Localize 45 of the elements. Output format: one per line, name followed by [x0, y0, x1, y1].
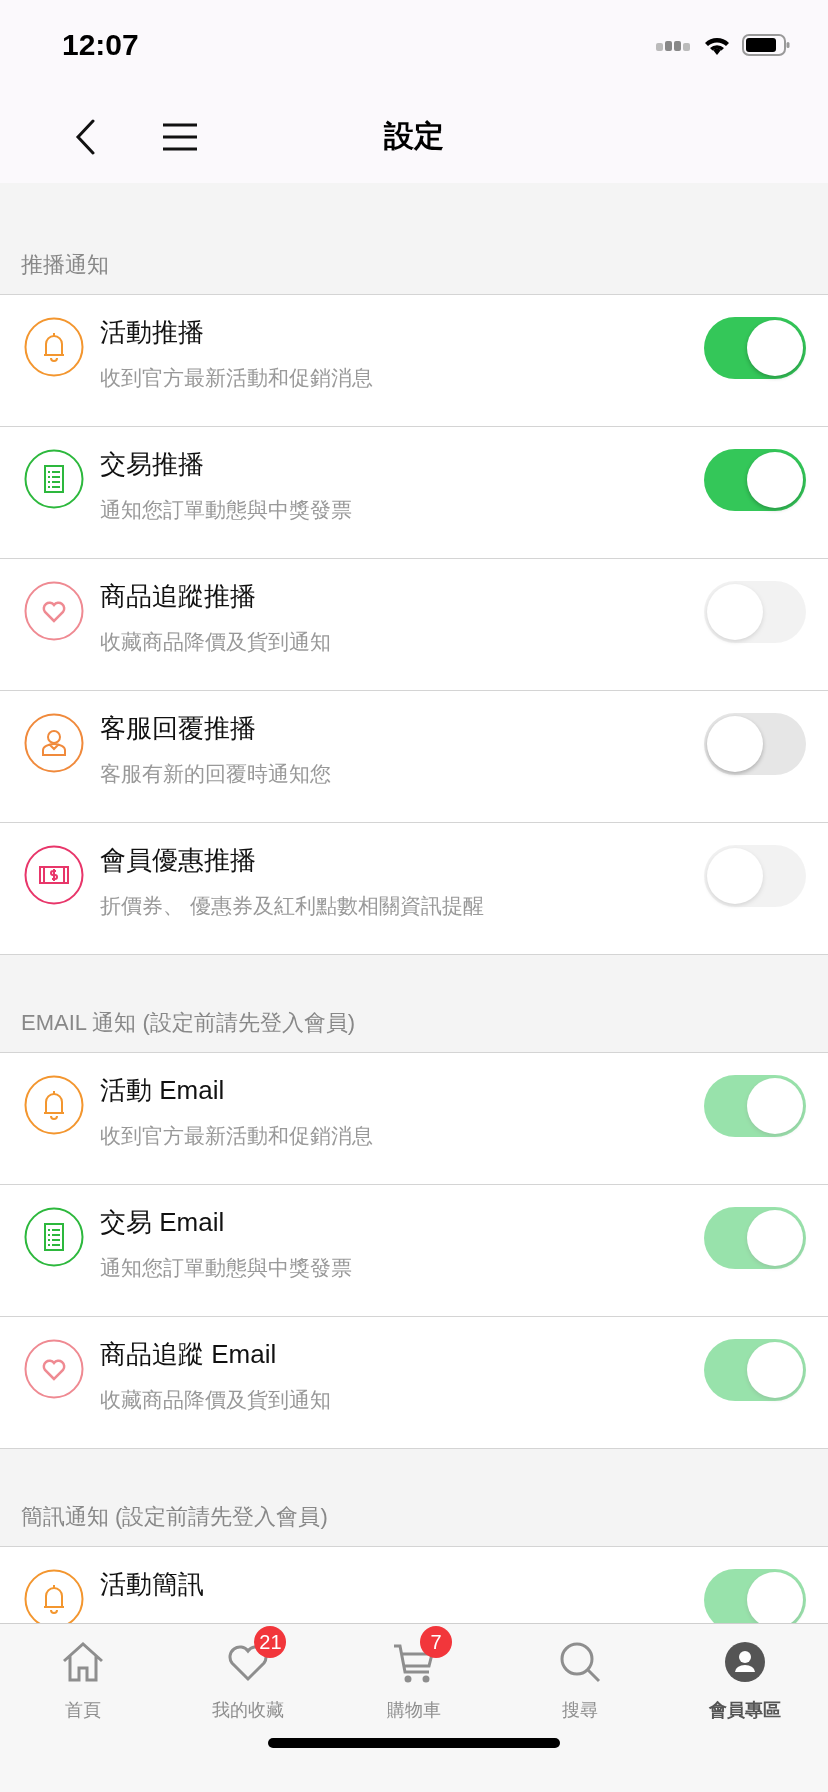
section-header: 簡訊通知 (設定前請先登入會員): [21, 1503, 328, 1531]
receipt-icon: [24, 449, 84, 509]
bell-icon: [24, 1569, 84, 1623]
setting-title: 客服回覆推播: [100, 712, 257, 745]
setting-description: 收到官方最新活動和促銷消息: [100, 1123, 374, 1149]
tab-item[interactable]: 首頁: [0, 1624, 166, 1726]
setting-title: 活動推播: [100, 316, 205, 349]
setting-description: 通知您訂單動態與中獎發票: [100, 497, 353, 523]
setting-title: 商品追蹤推播: [100, 580, 257, 613]
setting-description: 收到官方最新活動和促銷消息: [100, 365, 374, 391]
setting-title: 活動 Email: [100, 1074, 226, 1107]
setting-title: 交易 Email: [100, 1206, 226, 1239]
menu-icon[interactable]: [162, 122, 198, 151]
setting-title: 活動簡訊: [100, 1568, 205, 1601]
page-title: 設定: [384, 118, 444, 154]
coupon-icon: [24, 845, 84, 905]
setting-description: 收藏商品降價及貨到通知: [100, 629, 332, 655]
home-icon: [60, 1640, 105, 1684]
setting-description: 折價券、 優惠券及紅利點數相關資訊提醒: [100, 893, 485, 919]
status-time: 12:07: [62, 28, 139, 62]
back-icon[interactable]: [74, 118, 96, 155]
toggle-switch[interactable]: [704, 449, 806, 511]
bell-icon: [24, 317, 84, 377]
tab-item[interactable]: 21 我的收藏: [165, 1624, 332, 1726]
section-header: 推播通知: [21, 251, 109, 279]
profile-icon: [723, 1640, 768, 1684]
setting-title: 會員優惠推播: [100, 844, 257, 877]
tab-item[interactable]: 會員專區: [662, 1624, 828, 1726]
bell-icon: [24, 1075, 84, 1135]
section-header: EMAIL 通知 (設定前請先登入會員): [21, 1009, 356, 1037]
count-badge: 7: [420, 1626, 452, 1658]
setting-description: 客服有新的回覆時通知您: [100, 761, 332, 787]
tab-item[interactable]: 搜尋: [496, 1624, 663, 1726]
person-icon: [24, 713, 84, 773]
tab-item[interactable]: 7 購物車: [331, 1624, 497, 1726]
signal-icon: [656, 38, 692, 52]
toggle-switch[interactable]: [704, 713, 806, 775]
toggle-switch[interactable]: [704, 317, 806, 379]
setting-description: 收藏商品降價及貨到通知: [100, 1387, 332, 1413]
setting-description: 通知您訂單動態與中獎發票: [100, 1255, 353, 1281]
count-badge: 21: [254, 1626, 287, 1658]
setting-title: 商品追蹤 Email: [100, 1338, 278, 1371]
receipt-icon: [24, 1207, 84, 1267]
battery-icon: [742, 33, 790, 57]
setting-title: 交易推播: [100, 448, 205, 481]
